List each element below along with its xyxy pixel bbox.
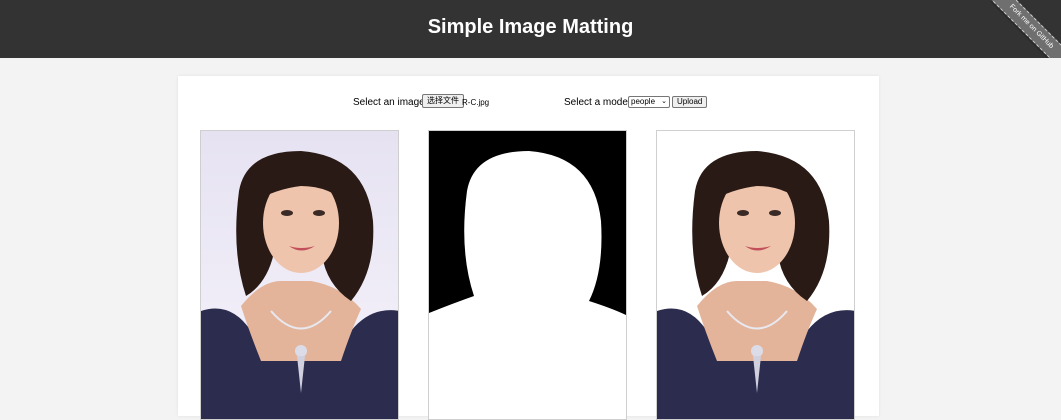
- alpha-matte-image: [428, 130, 627, 420]
- model-select-value: people: [631, 97, 656, 106]
- main-panel: Select an image: 选择文件 R-C.jpg Select a m…: [178, 76, 879, 420]
- upload-button[interactable]: Upload: [672, 96, 708, 108]
- select-image-label: Select an image:: [353, 97, 428, 108]
- original-portrait-photo: [201, 131, 398, 419]
- model-select[interactable]: people ⌄: [628, 96, 670, 108]
- select-model-label: Select a model:: [564, 97, 633, 108]
- chevron-down-icon: ⌄: [661, 98, 667, 105]
- page-title: Simple Image Matting: [427, 16, 634, 38]
- matted-result-image: [656, 130, 855, 420]
- alpha-matte-mask: [429, 131, 626, 419]
- original-image: [200, 130, 399, 420]
- matted-portrait-photo: [657, 131, 854, 419]
- fork-on-github-ribbon[interactable]: Fork me on GitHub: [991, 0, 1061, 58]
- choose-file-button[interactable]: 选择文件: [422, 94, 464, 108]
- page-header: Simple Image Matting Fork me on GitHub: [0, 0, 1061, 58]
- github-ribbon-container: Fork me on GitHub: [991, 0, 1061, 58]
- selected-file-name: R-C.jpg: [462, 98, 490, 107]
- upload-controls: Select an image: 选择文件 R-C.jpg Select a m…: [178, 94, 879, 112]
